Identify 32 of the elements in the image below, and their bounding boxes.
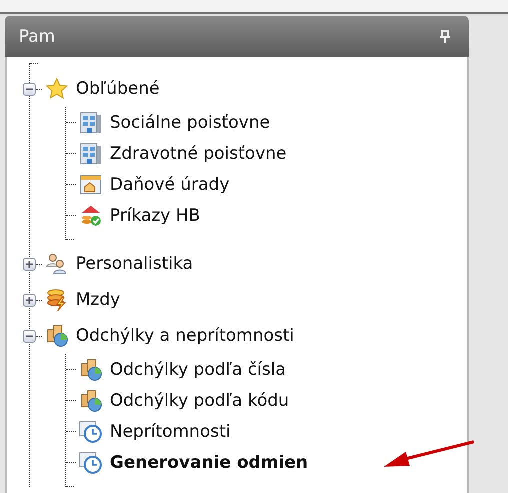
tree-item[interactable]: Neprítomnosti [110,422,231,442]
plus-icon [25,296,34,304]
building-icon [79,142,103,166]
coins-chart-icon [79,358,103,382]
tree-item[interactable]: Odchýlky podľa kódu [110,390,290,410]
coins-lightning-icon [45,288,69,312]
tree-item[interactable]: Generovanie odmien [110,452,308,472]
coins-chart-icon [79,388,103,412]
collapse-button[interactable] [23,330,36,342]
panel-title: Pam [19,26,56,46]
pin-icon[interactable] [439,30,451,44]
tree-item[interactable]: Zdravotné poisťovne [110,144,287,164]
house-icon [79,172,103,196]
star-icon [45,77,69,101]
plus-icon [25,260,34,268]
coins-chart-icon [45,324,69,348]
tree-item[interactable]: Sociálne poisťovne [110,112,270,132]
tree-item[interactable]: Mzdy [76,290,120,310]
tree-item[interactable]: Príkazy HB [110,206,200,226]
expand-button[interactable] [23,294,36,306]
tree-item[interactable]: Personalistika [76,254,194,274]
calendar-clock-icon [79,420,103,444]
collapse-button[interactable] [23,82,36,96]
expand-button[interactable] [23,258,36,270]
tree-item[interactable]: Odchýlky a neprítomnosti [76,326,294,346]
calendar-clock-icon [79,450,103,474]
tree-item[interactable]: Daňové úrady [110,174,230,194]
building-icon [79,110,103,134]
tree-item[interactable]: Obľúbené [76,79,160,99]
coins-check-icon [79,204,103,228]
tree-item[interactable]: Odchýlky podľa čísla [110,360,286,380]
people-icon [45,252,69,276]
